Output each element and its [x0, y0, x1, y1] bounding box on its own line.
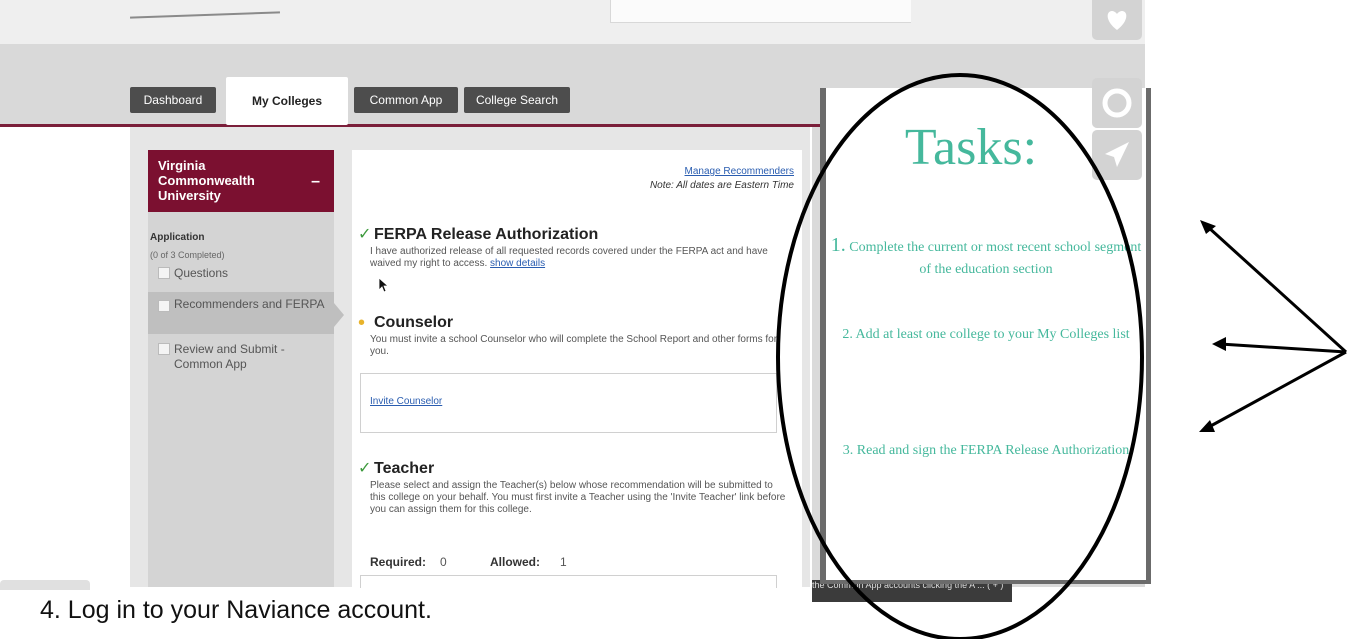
- annotation-arrow: [1219, 342, 1347, 354]
- instruction-caption: 4. Log in to your Naviance account.: [40, 596, 432, 624]
- annotation-overlay: [776, 73, 1348, 639]
- highlight-ellipse: [776, 73, 1144, 639]
- annotation-arrow: [1206, 350, 1347, 430]
- arrowhead: [1212, 337, 1226, 351]
- annotation-arrow: [1206, 225, 1348, 354]
